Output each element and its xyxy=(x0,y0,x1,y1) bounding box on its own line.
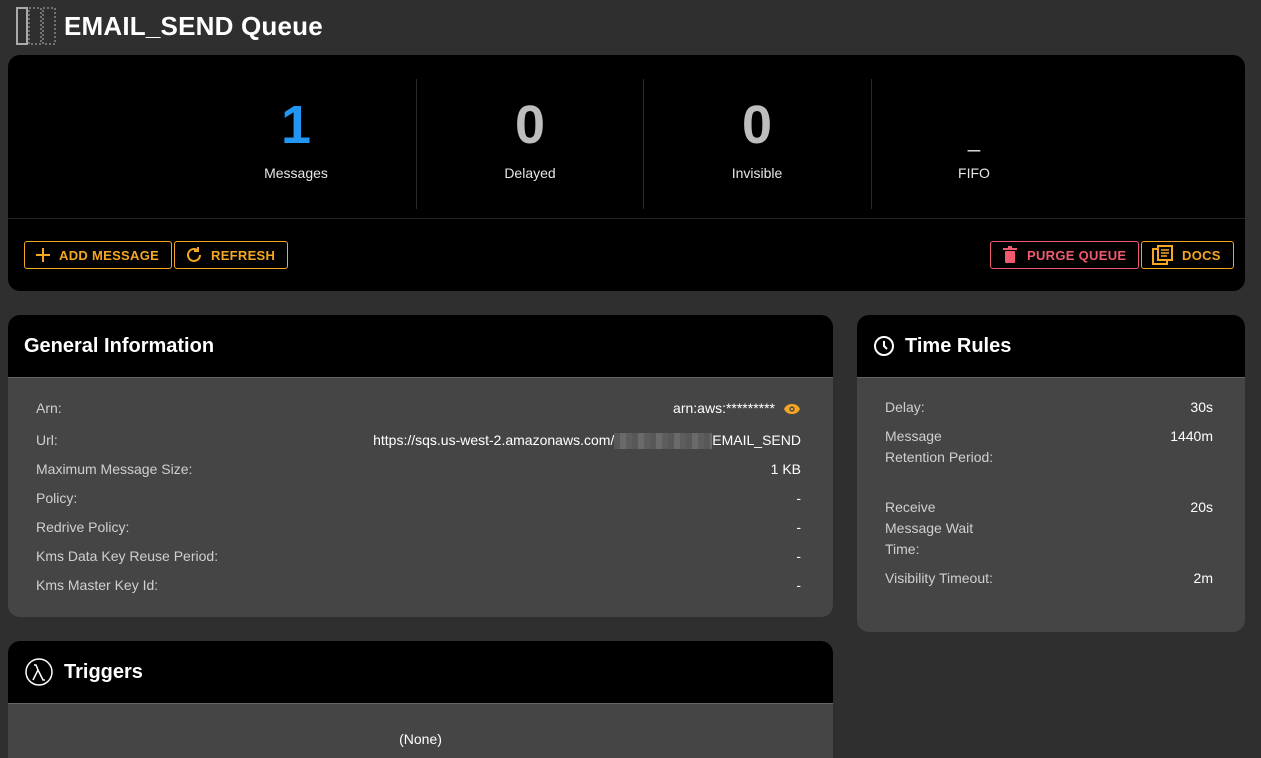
row-label: Kms Master Key Id: xyxy=(36,577,159,593)
docs-label: DOCS xyxy=(1182,247,1221,263)
info-row-kms-reuse-period: Kms Data Key Reuse Period: - xyxy=(36,548,801,564)
fifo-value: _ xyxy=(967,127,981,152)
purge-queue-button[interactable]: PURGE QUEUE xyxy=(990,241,1140,269)
invisible-stat: 0 Invisible xyxy=(647,79,867,209)
fifo-stat: _ FIFO xyxy=(884,79,1064,209)
time-rules-panel: Time Rules Delay: 30s Message Retention … xyxy=(857,315,1245,632)
clock-icon xyxy=(874,336,894,356)
divider xyxy=(8,218,1245,219)
stat-divider xyxy=(871,79,872,209)
time-rule-delay: Delay: 30s xyxy=(885,397,1213,418)
trash-icon xyxy=(1003,246,1017,263)
row-label: Receive Message Wait Time: xyxy=(885,499,974,557)
row-label: Url: xyxy=(36,432,58,448)
row-label: Maximum Message Size: xyxy=(36,461,193,477)
docs-icon xyxy=(1152,245,1173,265)
row-value: 1 KB xyxy=(770,461,801,477)
lambda-icon xyxy=(25,658,53,686)
invisible-label: Invisible xyxy=(731,165,783,181)
delayed-count: 0 xyxy=(514,95,546,155)
row-value: 1440m xyxy=(1170,428,1213,444)
stat-divider xyxy=(416,79,417,209)
general-information-panel: General Information Arn: arn:aws:*******… xyxy=(8,315,833,617)
row-value: arn:aws:********* xyxy=(673,400,801,416)
triggers-panel: Triggers (None) xyxy=(8,641,833,758)
row-value: - xyxy=(796,577,801,593)
row-value: - xyxy=(796,490,801,506)
page-title: EMAIL_SEND Queue xyxy=(64,10,323,41)
stat-divider xyxy=(643,79,644,209)
delayed-stat: 0 Delayed xyxy=(420,79,640,209)
row-value: - xyxy=(796,548,801,564)
info-row-redrive-policy: Redrive Policy: - xyxy=(36,519,801,535)
messages-label: Messages xyxy=(264,165,328,181)
row-label: Policy: xyxy=(36,490,78,506)
add-message-label: ADD MESSAGE xyxy=(59,247,160,263)
invisible-count: 0 xyxy=(741,95,773,155)
plus-icon xyxy=(36,248,50,262)
time-rules-header: Time Rules xyxy=(857,315,1245,378)
time-rule-visibility-timeout: Visibility Timeout: 2m xyxy=(885,568,1213,589)
add-message-button[interactable]: ADD MESSAGE xyxy=(24,241,173,269)
row-label: Delay: xyxy=(885,399,925,415)
triggers-header: Triggers xyxy=(8,641,833,704)
url-value[interactable]: https://sqs.us-west-2.amazonaws.com/EMAI… xyxy=(373,432,801,450)
time-rule-receive-wait: Receive Message Wait Time: 20s xyxy=(885,497,1213,560)
page-header: EMAIL_SEND Queue xyxy=(16,6,323,46)
delayed-label: Delayed xyxy=(504,165,556,181)
refresh-button[interactable]: REFRESH xyxy=(174,241,289,269)
row-label: Message Retention Period: xyxy=(885,428,994,465)
eye-icon[interactable] xyxy=(783,403,801,415)
messages-count: 1 xyxy=(280,95,312,155)
stats-card: 1 Messages 0 Delayed 0 Invisible _ FIFO … xyxy=(8,55,1245,291)
messages-stat: 1 Messages xyxy=(186,79,406,209)
queue-icon xyxy=(16,7,56,45)
url-prefix: https://sqs.us-west-2.amazonaws.com/ xyxy=(373,432,615,448)
info-row-kms-master-key: Kms Master Key Id: - xyxy=(36,577,801,593)
info-row-max-message-size: Maximum Message Size: 1 KB xyxy=(36,461,801,477)
row-value: - xyxy=(796,519,801,535)
info-row-url: Url: https://sqs.us-west-2.amazonaws.com… xyxy=(36,432,801,450)
general-information-header: General Information xyxy=(8,315,833,378)
fifo-label: FIFO xyxy=(958,165,990,181)
row-value: 20s xyxy=(1190,499,1213,515)
time-rule-retention: Message Retention Period: 1440m xyxy=(885,426,1213,468)
row-label: Visibility Timeout: xyxy=(885,570,993,586)
purge-queue-label: PURGE QUEUE xyxy=(1027,247,1127,263)
refresh-icon xyxy=(187,247,201,262)
url-suffix: EMAIL_SEND xyxy=(712,432,801,448)
arn-value: arn:aws:********* xyxy=(673,400,775,416)
row-value: 2m xyxy=(1193,570,1213,586)
redacted-account-id xyxy=(614,433,713,450)
refresh-label: REFRESH xyxy=(211,247,276,263)
row-label: Redrive Policy: xyxy=(36,519,130,535)
row-value: 30s xyxy=(1190,399,1213,415)
panel-title: General Information xyxy=(24,334,215,357)
panel-title: Triggers xyxy=(64,660,143,683)
docs-button[interactable]: DOCS xyxy=(1141,241,1234,269)
info-row-policy: Policy: - xyxy=(36,490,801,506)
panel-title: Time Rules xyxy=(905,334,1012,357)
triggers-empty-text: (None) xyxy=(399,731,442,747)
info-row-arn: Arn: arn:aws:********* xyxy=(36,400,801,416)
row-label: Kms Data Key Reuse Period: xyxy=(36,548,219,564)
row-label: Arn: xyxy=(36,400,62,416)
